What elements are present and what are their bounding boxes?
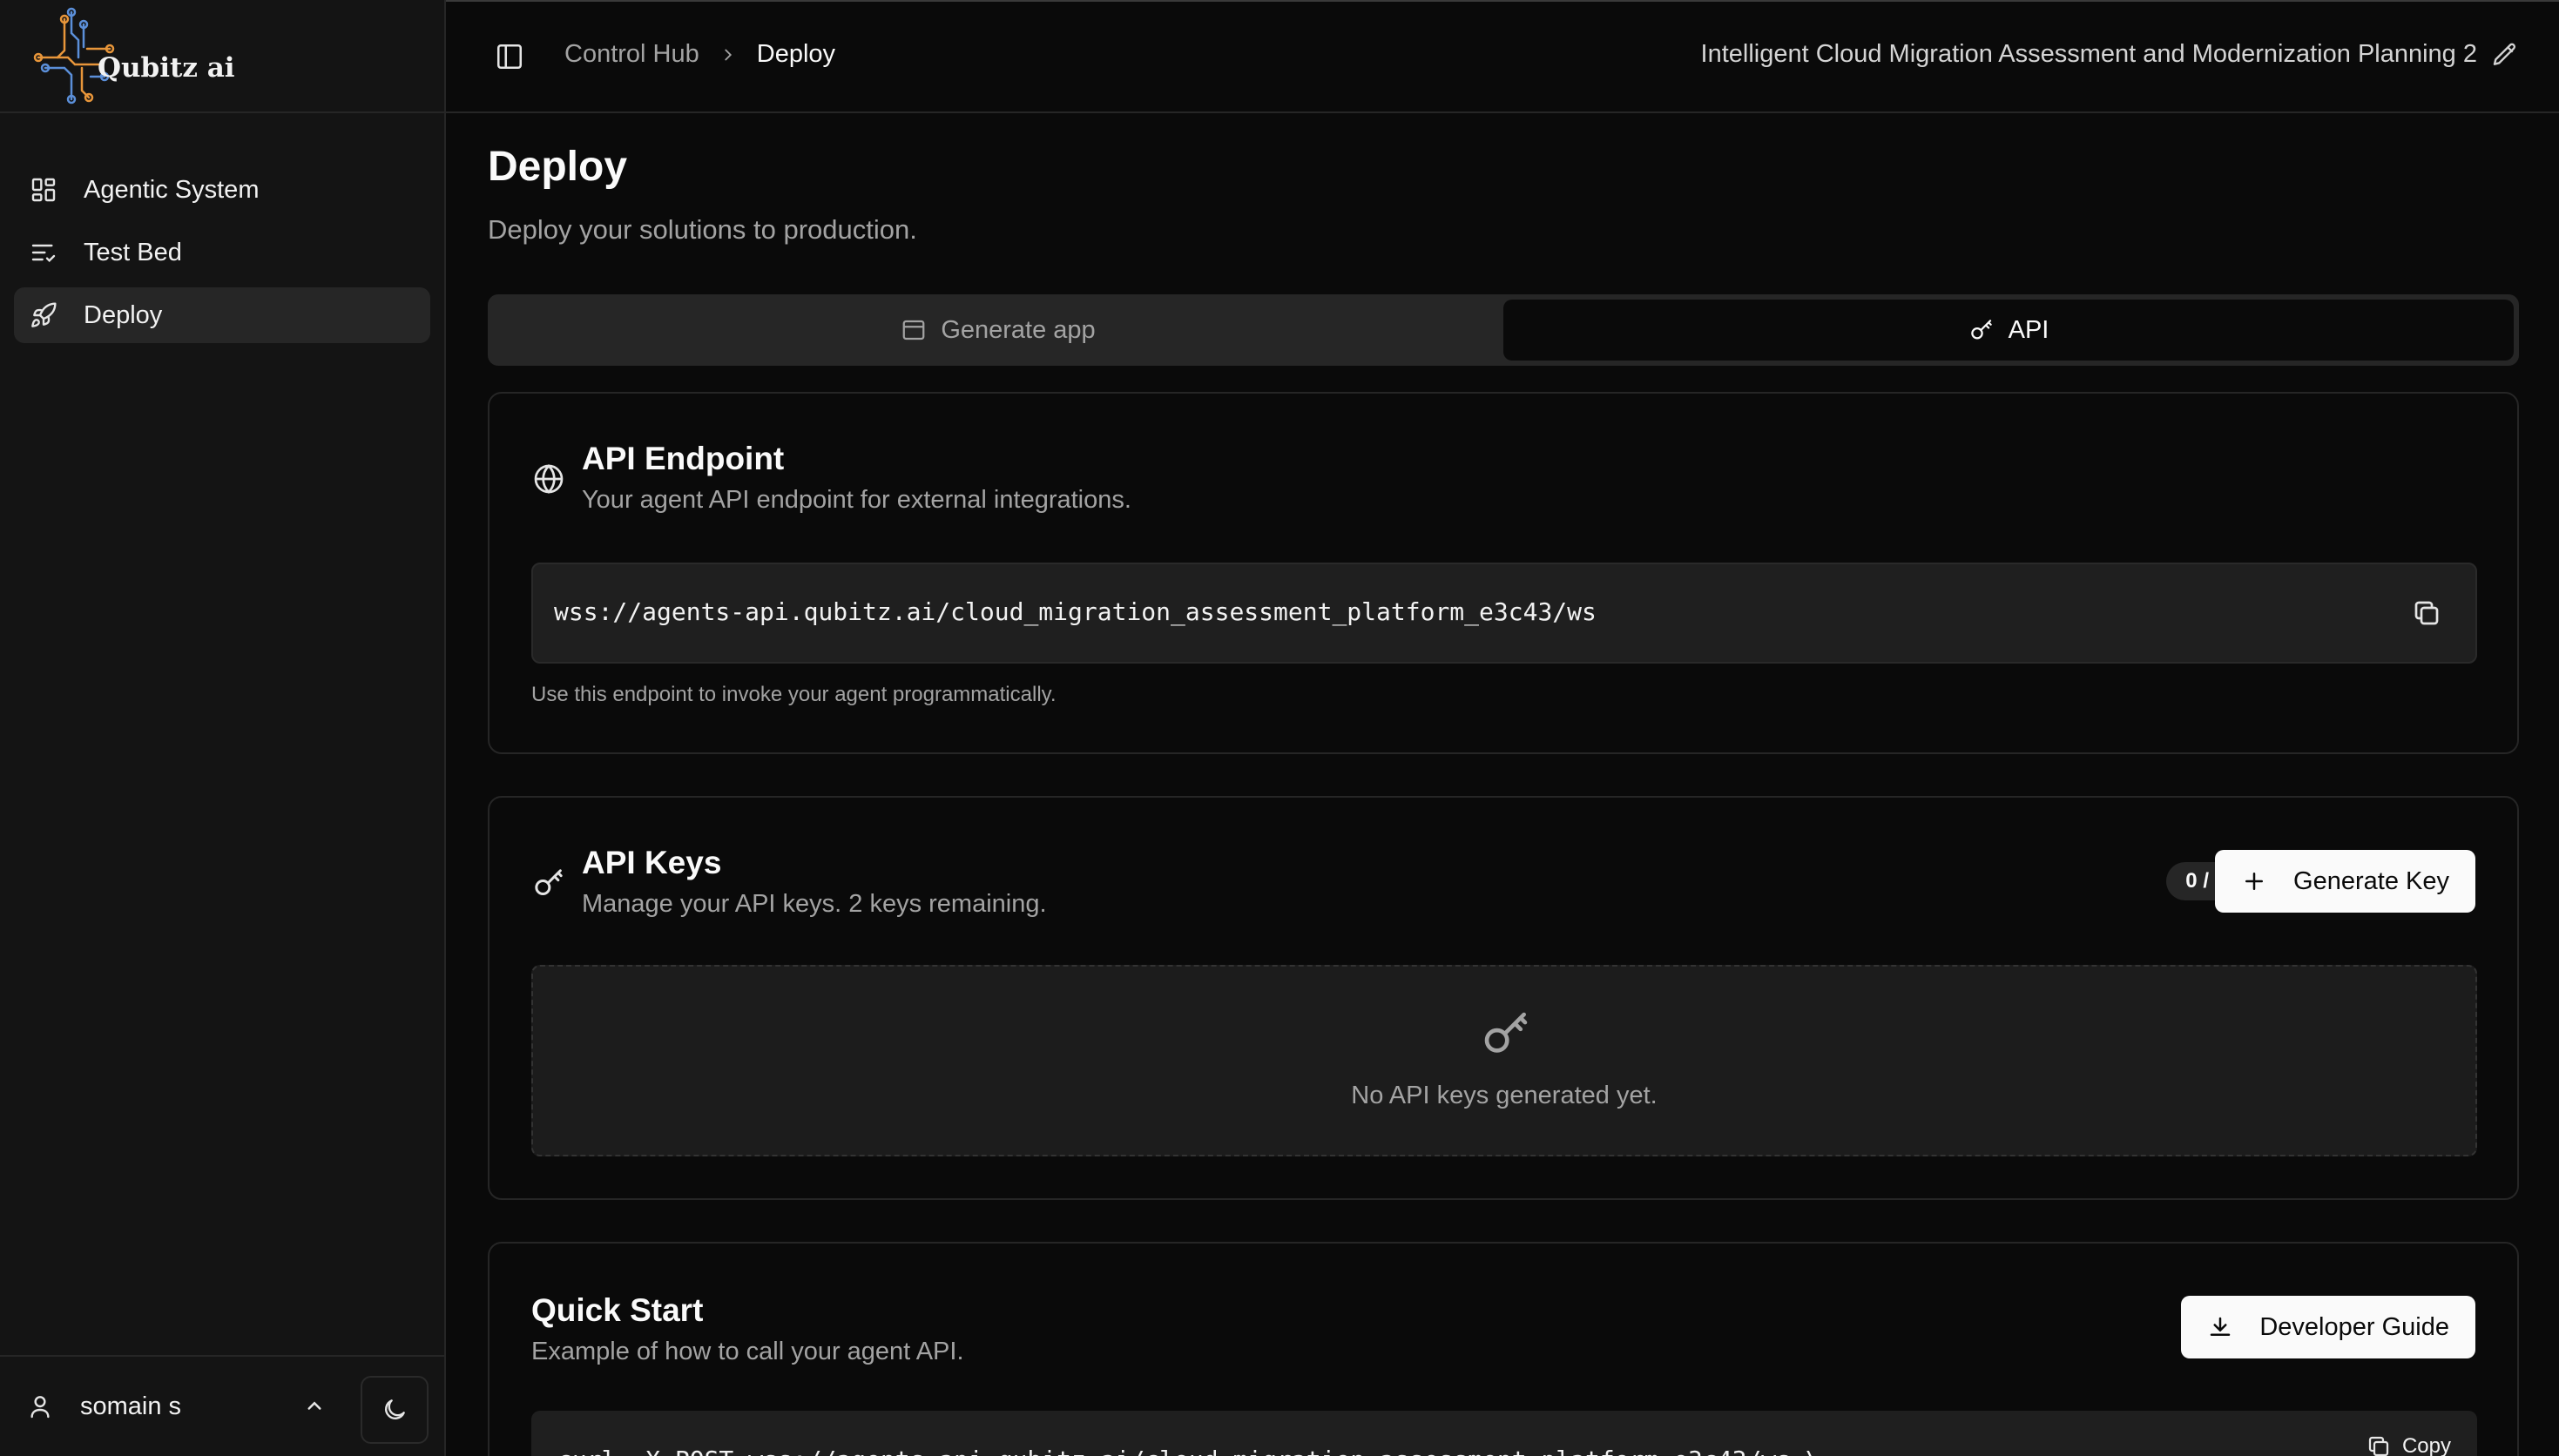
developer-guide-button[interactable]: Developer Guide xyxy=(2181,1296,2475,1358)
generate-key-button[interactable]: Generate Key xyxy=(2215,850,2475,913)
api-keys-card: API Keys Manage your API keys. 2 keys re… xyxy=(488,796,2519,1200)
api-endpoint-description: Your agent API endpoint for external int… xyxy=(582,486,1131,514)
plus-icon xyxy=(2245,873,2264,890)
endpoint-url-field[interactable]: wss://agents-api.qubitz.ai/cloud_migrati… xyxy=(531,563,2477,664)
sidebar-item-agentic-system[interactable]: Agentic System xyxy=(14,162,430,218)
api-keys-empty-state: No API keys generated yet. xyxy=(531,965,2477,1156)
topbar: Control Hub Deploy Intelligent Cloud Mig… xyxy=(446,0,2559,113)
deploy-tabs: Generate app API xyxy=(488,294,2519,366)
brand-name: Qubitz ai xyxy=(98,52,235,84)
api-keys-title: API Keys xyxy=(582,845,722,880)
key-icon xyxy=(1970,320,1992,340)
api-keys-description: Manage your API keys. 2 keys remaining. xyxy=(582,890,1047,918)
breadcrumb-control-hub[interactable]: Control Hub xyxy=(564,40,699,69)
empty-state-text: No API keys generated yet. xyxy=(1351,1082,1658,1109)
sidebar-nav: Agentic System Test Bed Deploy xyxy=(14,162,430,350)
sidebar-item-label: Deploy xyxy=(84,300,163,329)
quick-start-description: Example of how to call your agent API. xyxy=(531,1338,964,1365)
sidebar: Qubitz ai Agentic System Test Bed Deploy… xyxy=(0,0,446,1456)
rocket-icon xyxy=(31,302,57,327)
chevron-right-icon xyxy=(725,49,732,60)
page-subtitle: Deploy your solutions to production. xyxy=(488,214,917,245)
sidebar-item-label: Test Bed xyxy=(84,238,182,266)
app-root: Qubitz ai Agentic System Test Bed Deploy… xyxy=(0,0,2559,1456)
pencil-icon[interactable] xyxy=(2491,41,2519,69)
moon-icon xyxy=(385,1399,405,1419)
copy-code-button[interactable]: Copy xyxy=(2366,1433,2451,1456)
globe-icon xyxy=(534,464,564,494)
tab-generate-app[interactable]: Generate app xyxy=(493,300,1503,361)
copy-icon[interactable] xyxy=(2411,597,2442,629)
api-endpoint-card: API Endpoint Your agent API endpoint for… xyxy=(488,392,2519,754)
sidebar-item-test-bed[interactable]: Test Bed xyxy=(14,225,430,280)
endpoint-url: wss://agents-api.qubitz.ai/cloud_migrati… xyxy=(554,597,1597,626)
page-title: Deploy xyxy=(488,144,628,190)
sidebar-item-label: Agentic System xyxy=(84,175,260,204)
breadcrumb-current: Deploy xyxy=(756,40,836,68)
code-snippet: curl -X POST wss://agents-api.qubitz.ai/… xyxy=(531,1411,2477,1456)
copy-icon xyxy=(2368,1436,2389,1456)
endpoint-hint: Use this endpoint to invoke your agent p… xyxy=(531,683,1057,706)
sidebar-toggle-icon[interactable] xyxy=(495,42,524,71)
grid-icon xyxy=(31,178,56,202)
copy-label: Copy xyxy=(2401,1434,2451,1456)
sidebar-footer: somain s xyxy=(0,1355,444,1456)
tab-api[interactable]: API xyxy=(1503,300,2514,361)
sidebar-item-deploy[interactable]: Deploy xyxy=(14,287,430,343)
theme-toggle-button[interactable] xyxy=(361,1376,429,1444)
window-icon xyxy=(902,320,925,340)
chevron-up-icon xyxy=(307,1401,321,1410)
sidebar-header: Qubitz ai xyxy=(0,0,444,113)
project-title: Intelligent Cloud Migration Assessment a… xyxy=(1700,40,2477,68)
api-endpoint-title: API Endpoint xyxy=(582,441,785,476)
generate-key-label: Generate Key xyxy=(2293,866,2449,895)
key-icon xyxy=(535,869,563,895)
developer-guide-label: Developer Guide xyxy=(2259,1312,2449,1341)
tab-label: Generate app xyxy=(941,315,1096,344)
user-name: somain s xyxy=(80,1392,182,1420)
code-line: curl -X POST wss://agents-api.qubitz.ai/… xyxy=(557,1446,1820,1456)
download-icon xyxy=(2211,1317,2231,1336)
user-menu[interactable]: somain s xyxy=(14,1374,345,1439)
breadcrumb: Control Hub Deploy xyxy=(564,40,835,69)
tab-label: API xyxy=(2008,315,2049,344)
quick-start-title: Quick Start xyxy=(531,1292,704,1328)
user-icon xyxy=(30,1396,50,1419)
quick-start-card: Quick Start Example of how to call your … xyxy=(488,1242,2519,1456)
list-check-icon xyxy=(31,244,56,263)
key-icon xyxy=(1484,1012,1528,1053)
project-title-area: Intelligent Cloud Migration Assessment a… xyxy=(1701,40,2519,69)
